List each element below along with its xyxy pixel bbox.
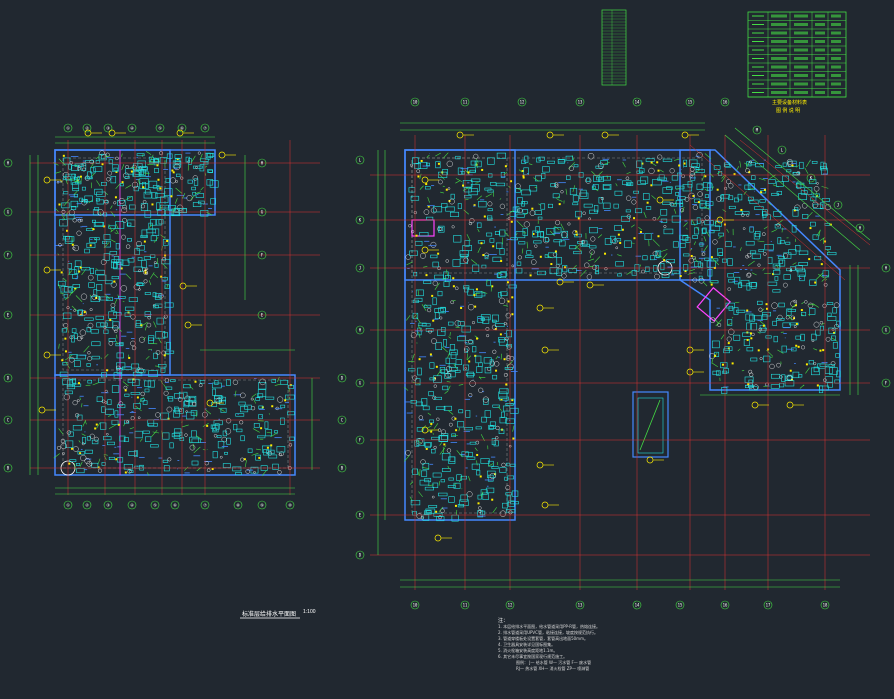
svg-text:K: K	[359, 218, 362, 223]
svg-text:⑦: ⑦	[203, 503, 207, 508]
svg-text:④: ④	[130, 126, 134, 131]
svg-text:②: ②	[85, 503, 89, 508]
svg-text:10: 10	[413, 603, 418, 608]
svg-text:L: L	[359, 158, 362, 163]
svg-text:F: F	[885, 381, 888, 386]
svg-text:13: 13	[578, 603, 583, 608]
svg-text:18: 18	[823, 603, 828, 608]
svg-text:D: D	[341, 376, 344, 381]
svg-text:B: B	[7, 466, 10, 471]
svg-text:13: 13	[578, 100, 583, 105]
svg-text:⑧: ⑧	[236, 503, 240, 508]
svg-text:15: 15	[678, 603, 683, 608]
svg-text:10: 10	[413, 100, 418, 105]
notes-line: RJ— 热水管 XH— 消火栓管 ZP— 喷淋管	[516, 666, 738, 672]
general-notes: 注： 1. 本层给排水平面图，给水管道采用PP-R管，热熔连接。 2. 排水管道…	[498, 618, 738, 672]
svg-text:③: ③	[106, 126, 110, 131]
svg-text:E: E	[359, 513, 362, 518]
svg-text:⑩: ⑩	[288, 503, 292, 508]
svg-text:15: 15	[688, 100, 693, 105]
svg-text:F: F	[359, 438, 362, 443]
svg-text:12: 12	[520, 100, 525, 105]
svg-text:⑤: ⑤	[158, 126, 162, 131]
left-plan-title: 标准层给排水平面图	[242, 609, 296, 618]
svg-text:D: D	[359, 553, 362, 558]
svg-text:①: ①	[66, 126, 70, 131]
svg-text:11: 11	[463, 603, 468, 608]
svg-text:16: 16	[723, 100, 728, 105]
svg-text:F: F	[7, 253, 10, 258]
svg-text:H: H	[859, 226, 862, 231]
svg-text:H: H	[7, 161, 10, 166]
svg-text:⑦: ⑦	[203, 126, 207, 131]
right-floor-plan	[405, 150, 840, 520]
svg-text:⑤: ⑤	[153, 503, 157, 508]
cad-drawing-canvas[interactable]: ①②③④⑤⑥⑦①②③④⑤⑥⑦⑧⑨⑩HHHGGGFFFEEEDDDCCCBBB10…	[0, 0, 894, 695]
svg-text:J: J	[359, 266, 361, 271]
svg-text:D: D	[7, 376, 10, 381]
svg-text:14: 14	[635, 100, 640, 105]
svg-text:B: B	[341, 466, 344, 471]
legend-table[interactable]	[748, 12, 846, 97]
left-plan-scale: 1:100	[303, 609, 316, 615]
svg-text:G: G	[885, 328, 888, 333]
svg-text:H: H	[359, 328, 362, 333]
svg-text:G: G	[359, 381, 362, 386]
svg-text:14: 14	[635, 603, 640, 608]
svg-text:④: ④	[130, 503, 134, 508]
svg-text:⑥: ⑥	[173, 503, 177, 508]
cad-viewport[interactable]: ①②③④⑤⑥⑦①②③④⑤⑥⑦⑧⑨⑩HHHGGGFFFEEEDDDCCCBBB10…	[0, 0, 894, 695]
svg-text:C: C	[7, 418, 10, 423]
svg-text:③: ③	[106, 503, 110, 508]
svg-text:16: 16	[723, 603, 728, 608]
pipe-riser-schedule[interactable]	[602, 10, 626, 85]
svg-text:G: G	[7, 210, 10, 215]
svg-text:①: ①	[66, 503, 70, 508]
svg-text:17: 17	[766, 603, 771, 608]
svg-text:C: C	[341, 418, 344, 423]
svg-text:11: 11	[463, 100, 468, 105]
svg-text:M: M	[756, 128, 759, 133]
svg-text:H: H	[885, 266, 888, 271]
svg-text:⑨: ⑨	[260, 503, 264, 508]
legend-subtitle: 图 例 说 明	[776, 107, 800, 114]
svg-text:12: 12	[508, 603, 513, 608]
legend-title: 主要设备材料表	[772, 99, 807, 106]
svg-text:J: J	[837, 203, 839, 208]
svg-text:L: L	[781, 148, 784, 153]
svg-text:E: E	[7, 313, 10, 318]
